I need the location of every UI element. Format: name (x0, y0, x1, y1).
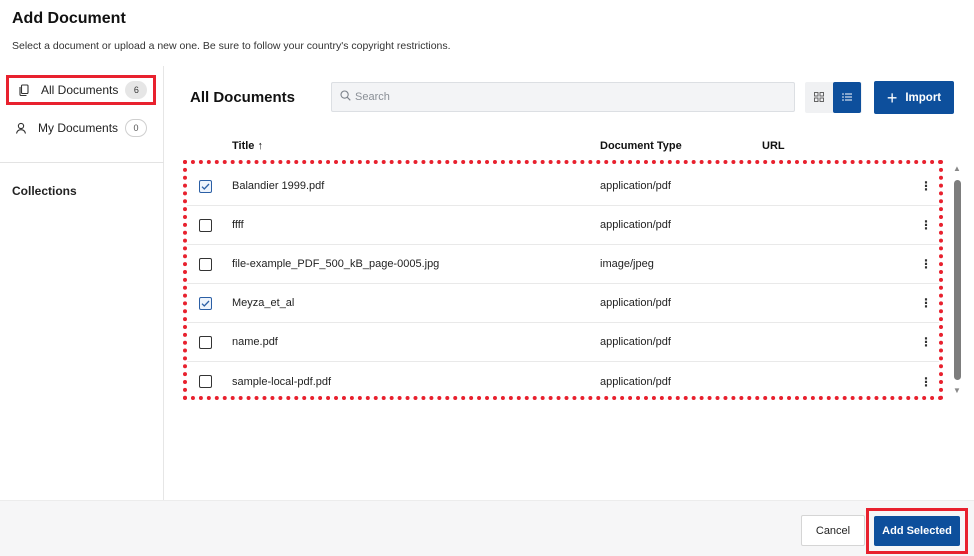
row-title: file-example_PDF_500_kB_page-0005.jpg (232, 258, 440, 270)
list-icon (842, 89, 852, 107)
import-button[interactable]: + Import (874, 81, 954, 114)
table-row[interactable]: Balandier 1999.pdf application/pdf ⋮ (187, 167, 939, 206)
more-options-icon[interactable]: ⋮ (920, 180, 932, 192)
count-badge: 6 (125, 81, 148, 99)
row-checkbox[interactable] (199, 257, 212, 271)
row-checkbox[interactable] (199, 296, 212, 310)
column-header-title[interactable]: Title ↑ (232, 140, 263, 152)
sidebar-item-label: My Documents (38, 121, 119, 135)
table-row[interactable]: sample-local-pdf.pdf application/pdf ⋮ (187, 362, 939, 401)
row-document-type: application/pdf (600, 219, 671, 231)
collections-heading: Collections (12, 184, 77, 198)
add-selected-highlight: Add Selected (866, 508, 968, 554)
check-icon (201, 183, 210, 190)
document-table: Balandier 1999.pdf application/pdf ⋮ fff… (183, 160, 943, 400)
row-document-type: application/pdf (600, 180, 671, 192)
row-title: sample-local-pdf.pdf (232, 375, 332, 388)
table-row[interactable]: file-example_PDF_500_kB_page-0005.jpg im… (187, 245, 939, 284)
user-icon (14, 121, 28, 135)
row-document-type: application/pdf (600, 375, 671, 388)
view-toggle (805, 82, 862, 113)
check-icon (201, 300, 210, 307)
scroll-up-icon[interactable]: ▲ (953, 164, 961, 173)
documents-icon (17, 83, 31, 97)
dialog-subtitle: Select a document or upload a new one. B… (12, 40, 451, 52)
sidebar-item-my-documents[interactable]: My Documents 0 (6, 113, 156, 143)
row-checkbox[interactable] (199, 335, 212, 349)
table-row[interactable]: name.pdf application/pdf ⋮ (187, 323, 939, 362)
search-box[interactable] (331, 82, 795, 112)
row-checkbox[interactable] (199, 179, 212, 193)
row-document-type: application/pdf (600, 336, 671, 348)
row-document-type: application/pdf (600, 297, 671, 309)
sidebar-item-label: All Documents (41, 83, 119, 97)
cancel-button[interactable]: Cancel (801, 515, 865, 546)
column-header-url[interactable]: URL (762, 140, 785, 152)
sidebar-item-all-documents[interactable]: All Documents 6 (6, 75, 156, 105)
table-row[interactable]: Meyza_et_al application/pdf ⋮ (187, 284, 939, 323)
page-title: All Documents (190, 89, 296, 106)
row-checkbox[interactable] (199, 218, 212, 232)
row-title: name.pdf (232, 336, 278, 348)
scrollbar[interactable]: ▲ ▼ (951, 164, 963, 396)
row-title: ffff (232, 219, 244, 231)
row-checkbox[interactable] (199, 375, 212, 388)
row-title: Balandier 1999.pdf (232, 180, 325, 192)
add-selected-button[interactable]: Add Selected (874, 516, 960, 546)
more-options-icon[interactable]: ⋮ (920, 219, 932, 231)
sidebar-divider (0, 162, 164, 163)
row-document-type: image/jpeg (600, 258, 654, 270)
more-options-icon[interactable]: ⋮ (920, 376, 932, 388)
dialog-title: Add Document (12, 10, 126, 27)
plus-icon: + (886, 87, 898, 108)
more-options-icon[interactable]: ⋮ (920, 336, 932, 348)
grid-icon (814, 89, 824, 107)
column-header-document-type[interactable]: Document Type (600, 140, 682, 152)
scroll-down-icon[interactable]: ▼ (953, 386, 961, 395)
search-input[interactable] (355, 91, 775, 103)
import-label: Import (905, 91, 942, 104)
table-row[interactable]: ffff application/pdf ⋮ (187, 206, 939, 245)
list-view-button[interactable] (833, 82, 861, 113)
search-icon (340, 88, 351, 106)
count-badge: 0 (125, 119, 148, 137)
row-title: Meyza_et_al (232, 297, 295, 309)
more-options-icon[interactable]: ⋮ (920, 258, 932, 270)
scroll-thumb[interactable] (954, 180, 961, 380)
sidebar: All Documents 6 My Documents 0 Collectio… (0, 66, 164, 500)
more-options-icon[interactable]: ⋮ (920, 297, 932, 309)
grid-view-button[interactable] (805, 82, 833, 113)
